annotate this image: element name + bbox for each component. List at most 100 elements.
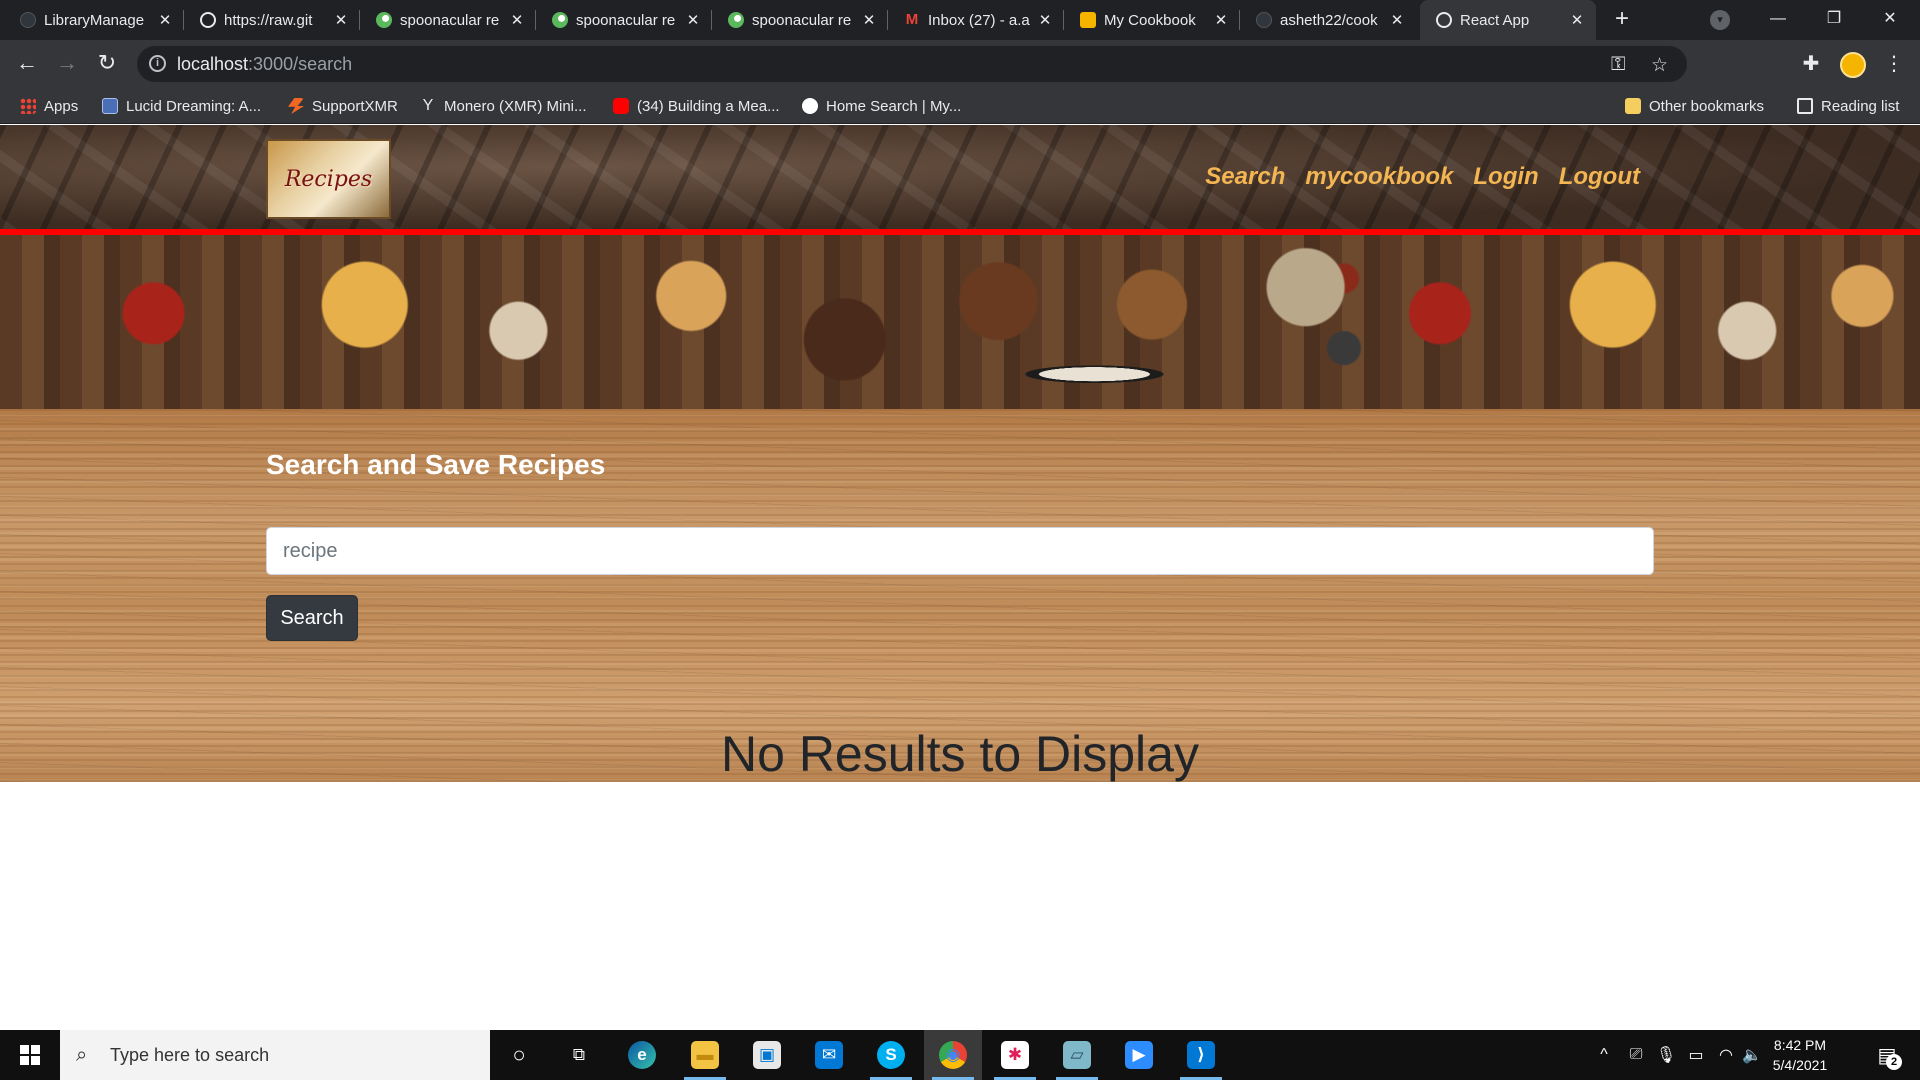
cortana-icon: ○: [512, 1042, 526, 1067]
search-icon: ⌕: [76, 1043, 88, 1066]
cortana-button[interactable]: ○: [490, 1030, 548, 1080]
show-hidden-icons-icon[interactable]: ^: [1590, 1030, 1618, 1080]
task-view-button[interactable]: ⧉: [550, 1030, 608, 1080]
browser-tab[interactable]: https://raw.git ✕: [184, 0, 360, 40]
bookmark-item[interactable]: (34) Building a Mea...: [613, 88, 780, 124]
file-explorer-app[interactable]: ▬: [676, 1030, 734, 1080]
browser-tab[interactable]: My Cookbook ✕: [1064, 0, 1240, 40]
tab-search-icon[interactable]: ▾: [1710, 10, 1730, 30]
browser-tab-active[interactable]: React App ✕: [1420, 0, 1596, 40]
store-app[interactable]: ▣: [738, 1030, 796, 1080]
spices-banner-image: [0, 235, 1920, 409]
bookmark-star-icon[interactable]: ☆: [1651, 54, 1668, 77]
reload-button[interactable]: ↻: [93, 50, 121, 78]
forward-button[interactable]: →: [53, 50, 81, 78]
browser-tab[interactable]: spoonacular re ✕: [536, 0, 712, 40]
browser-tab[interactable]: spoonacular re ✕: [360, 0, 536, 40]
url-host: localhost: [177, 54, 249, 74]
close-window-button[interactable]: ✕: [1862, 0, 1918, 40]
meet-now-icon[interactable]: ⎚: [1622, 1030, 1650, 1080]
mail-app[interactable]: ✉: [800, 1030, 858, 1080]
site-logo[interactable]: Recipes: [266, 139, 391, 219]
reading-list-icon: [1797, 98, 1813, 114]
restore-button[interactable]: ❐: [1806, 0, 1862, 40]
close-icon[interactable]: ✕: [1388, 11, 1406, 29]
browser-tab[interactable]: M Inbox (27) - a.a ✕: [888, 0, 1064, 40]
clock-date: 5/4/2021: [1772, 1057, 1828, 1073]
minimize-button[interactable]: —: [1750, 0, 1806, 40]
spoonacular-icon: [376, 12, 392, 28]
slack-app[interactable]: ✱: [986, 1030, 1044, 1080]
browser-tab[interactable]: spoonacular re ✕: [712, 0, 888, 40]
tab-title: asheth22/cook: [1280, 11, 1378, 29]
folder-icon: ▬: [691, 1041, 719, 1069]
nav-link-search[interactable]: Search: [1205, 163, 1285, 191]
address-bar[interactable]: i localhost:3000/search ⚿ ☆: [137, 46, 1687, 82]
nav-link-login[interactable]: Login: [1473, 163, 1538, 191]
browser-tab[interactable]: LibraryManage ✕: [4, 0, 184, 40]
github-icon: [1256, 12, 1272, 28]
action-center-button[interactable]: ▤ 2: [1862, 1030, 1912, 1080]
address-url[interactable]: localhost:3000/search: [177, 54, 352, 75]
xmr-icon: [288, 98, 304, 114]
slides-icon: [1080, 12, 1096, 28]
chrome-app[interactable]: ◉: [924, 1030, 982, 1080]
close-icon[interactable]: ✕: [508, 11, 526, 29]
search-button[interactable]: Search: [266, 595, 358, 641]
vscode-app[interactable]: ⟩: [1172, 1030, 1230, 1080]
edge-icon: e: [628, 1041, 656, 1069]
bookmarks-bar: Apps Lucid Dreaming: A... SupportXMR Y M…: [0, 88, 1920, 124]
microphone-icon[interactable]: 🎙: [1652, 1030, 1680, 1080]
zoom-app[interactable]: ▶: [1110, 1030, 1168, 1080]
grid-icon: [102, 98, 118, 114]
store-icon: ▣: [753, 1041, 781, 1069]
battery-icon[interactable]: ▭: [1682, 1030, 1710, 1080]
close-icon[interactable]: ✕: [1568, 11, 1586, 29]
back-button[interactable]: ←: [13, 50, 41, 78]
browser-tab[interactable]: asheth22/cook ✕: [1240, 0, 1416, 40]
site-header: Recipes Search mycookbook Login Logout: [0, 125, 1920, 229]
new-tab-button[interactable]: +: [1608, 6, 1636, 34]
bookmark-item[interactable]: Lucid Dreaming: A...: [102, 88, 261, 124]
tab-title: spoonacular re: [400, 11, 500, 29]
youtube-icon: [613, 98, 629, 114]
wifi-icon[interactable]: ◠: [1712, 1030, 1740, 1080]
notes-app[interactable]: ▱: [1048, 1030, 1106, 1080]
windows-icon: [20, 1045, 40, 1065]
close-icon[interactable]: ✕: [684, 11, 702, 29]
chrome-icon: ◉: [939, 1041, 967, 1069]
tab-title: spoonacular re: [576, 11, 676, 29]
password-key-icon[interactable]: ⚿: [1611, 54, 1625, 76]
close-icon[interactable]: ✕: [1212, 11, 1230, 29]
close-icon[interactable]: ✕: [1036, 11, 1054, 29]
browser-menu-icon[interactable]: ⋮: [1880, 50, 1908, 78]
extensions-icon[interactable]: ✚: [1797, 50, 1825, 78]
profile-avatar[interactable]: [1840, 52, 1866, 78]
github-icon: [20, 12, 36, 28]
tab-title: My Cookbook: [1104, 11, 1196, 29]
bookmark-item[interactable]: Y Monero (XMR) Mini...: [420, 88, 587, 124]
start-button[interactable]: [0, 1030, 60, 1080]
taskbar-search-box[interactable]: ⌕ Type here to search: [60, 1030, 490, 1080]
bookmark-apps[interactable]: Apps: [20, 88, 78, 124]
other-bookmarks[interactable]: Other bookmarks: [1625, 88, 1764, 124]
close-icon[interactable]: ✕: [156, 11, 174, 29]
edge-app[interactable]: e: [613, 1030, 671, 1080]
bookmark-item[interactable]: SupportXMR: [288, 88, 398, 124]
gmail-icon: M: [905, 11, 919, 28]
nav-link-logout[interactable]: Logout: [1559, 163, 1640, 191]
close-icon[interactable]: ✕: [860, 11, 878, 29]
close-icon[interactable]: ✕: [332, 11, 350, 29]
bookmark-label: Home Search | My...: [826, 97, 962, 115]
site-info-icon[interactable]: i: [149, 55, 166, 72]
spoonacular-icon: [552, 12, 568, 28]
reading-list[interactable]: Reading list: [1797, 88, 1899, 124]
bookmark-item[interactable]: Home Search | My...: [802, 88, 961, 124]
search-section: Search and Save Recipes Search No Result…: [0, 409, 1920, 782]
nav-link-mycookbook[interactable]: mycookbook: [1305, 163, 1453, 191]
windows-taskbar: ⌕ Type here to search ○ ⧉ e ▬ ▣ ✉ S ◉ ✱ …: [0, 1030, 1920, 1080]
monero-icon: Y: [422, 97, 434, 114]
system-clock[interactable]: 8:42 PM 5/4/2021: [1760, 1035, 1840, 1075]
skype-app[interactable]: S: [862, 1030, 920, 1080]
recipe-search-input[interactable]: [266, 527, 1654, 575]
